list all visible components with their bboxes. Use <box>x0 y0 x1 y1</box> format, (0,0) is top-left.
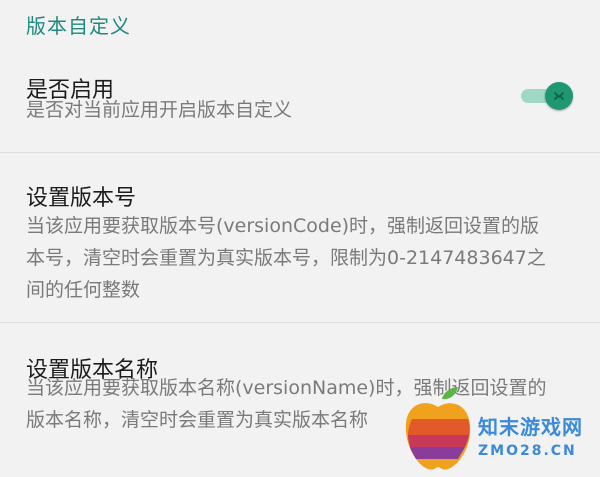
watermark-text-domain: ZMO28.CN <box>478 443 577 459</box>
preference-version-code[interactable]: 设置版本号 当该应用要获取版本号(versionCode)时，强制返回设置的版本… <box>0 152 600 322</box>
watermark-apple-logo-icon <box>405 387 471 470</box>
switch-thumb <box>545 82 573 110</box>
watermark-text-site-name: 知末游戏网 <box>478 415 583 439</box>
preference-enable[interactable]: 是否启用 是否对当前应用开启版本自定义 <box>0 0 600 152</box>
switch-thumb-icon <box>554 92 564 100</box>
preference-version-code-title: 设置版本号 <box>26 186 137 211</box>
preference-enable-summary: 是否对当前应用开启版本自定义 <box>26 99 293 121</box>
enable-switch[interactable] <box>519 80 575 112</box>
watermark: 知末游戏网 ZMO28.CN <box>398 385 598 475</box>
preference-version-code-summary: 当该应用要获取版本号(versionCode)时，强制返回设置的版本号，清空时会… <box>26 215 546 301</box>
